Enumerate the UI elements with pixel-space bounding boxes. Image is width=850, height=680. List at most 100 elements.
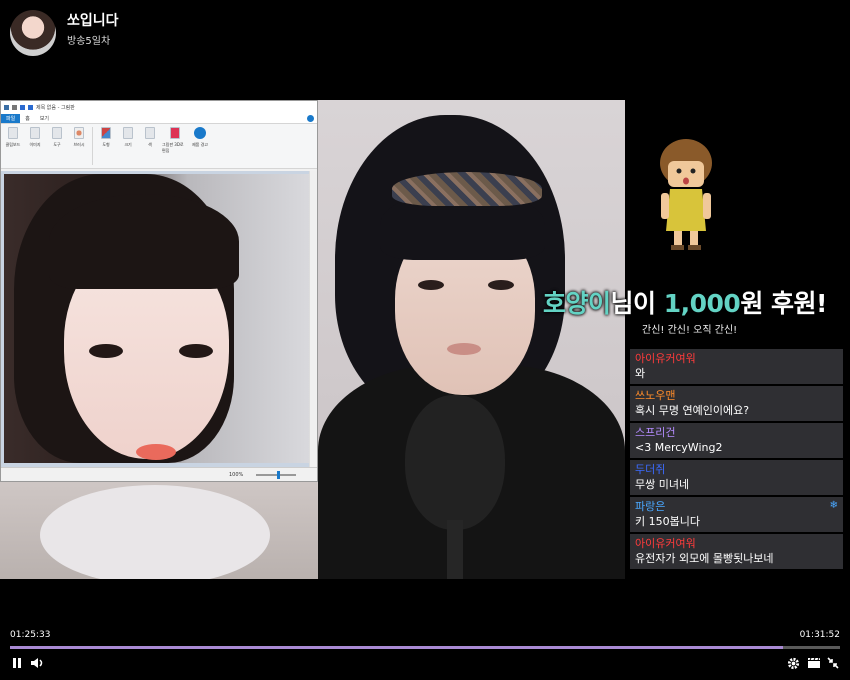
ribbon-shapes[interactable]: 도형 [96,127,116,165]
zoom-slider-track[interactable] [256,474,296,476]
undo-icon[interactable] [20,105,25,110]
chat-username[interactable]: 스프리건 [635,425,838,440]
donation-text: 님이 [610,289,664,318]
paint-app-icon [4,105,9,110]
paint-window: 제목 없음 - 그림판 파일 홈 보기 클립보드 이미지 도구 브러시 도형 크… [0,100,318,482]
chat-username[interactable]: 아이유커여워 [635,536,838,551]
image-icon [30,127,40,139]
tools-icon [52,127,62,139]
progress-fill [10,646,783,649]
stream-subtitle: 방송5일차 [67,36,111,47]
paint-titlebar: 제목 없음 - 그림판 [1,101,317,114]
chat-message: 두더쥐 무쌍 미녀네 [630,460,843,495]
chat-text: 혹시 무명 연예인이에요? [635,404,750,417]
microphone [405,395,505,530]
chat-username[interactable]: 쓰노우맨 [635,388,838,403]
chat-username[interactable]: 아이유커여워 [635,351,838,366]
photo-lips [136,444,176,460]
ribbon-product-alert[interactable]: 제품 경고 [190,127,210,165]
tab-file[interactable]: 파일 [1,114,21,123]
chat-message: 아이유커여워 와 [630,349,843,384]
ribbon-label: 브러시 [73,142,85,147]
chat-message: 스프리건 <3 MercyWing2 [630,423,843,458]
tab-home[interactable]: 홈 [20,114,35,123]
tab-view[interactable]: 보기 [35,114,54,123]
avatar[interactable] [10,10,56,56]
chat-username[interactable]: 두더쥐 [635,462,838,477]
gear-icon [787,657,799,669]
pause-icon [13,658,21,668]
volume-icon [31,658,43,668]
ribbon-label: 그림판 3D로 편집 [162,142,184,153]
vertical-scrollbar[interactable] [309,171,317,468]
photo-bangs [49,194,239,289]
chat-username[interactable]: 파랑은 [635,499,838,514]
paint-ribbon: 클립보드 이미지 도구 브러시 도형 크기 색 그림판 3D로 편집 제품 경고 [1,124,317,169]
chat-text: <3 MercyWing2 [635,441,723,454]
donation-character-icon [660,139,712,250]
size-icon [123,127,133,139]
chat-text: 무쌍 미녀네 [635,478,690,491]
help-icon[interactable] [307,115,314,122]
stream-title: 쏘입니다 [67,13,119,29]
donation-amount: 1,000 [663,289,741,318]
ribbon-image[interactable]: 이미지 [25,127,45,165]
streamer-lips [447,343,481,355]
progress-bar[interactable] [10,646,840,649]
streamer-eye-right [488,280,514,290]
donation-suffix: 원 후원! [740,289,827,318]
chat-message: 파랑은 키 150봅니다 ❄ [630,497,843,532]
chat-text: 유전자가 외모에 몰빵됫나보네 [635,552,774,565]
volume-button[interactable] [29,655,45,671]
brush-icon [74,127,84,139]
streamer-headband [392,172,542,206]
ribbon-divider [92,127,93,165]
paint-statusbar: 100% [1,467,317,481]
chat-message: 쓰노우맨 혹시 무명 연예인이에요? [630,386,843,421]
ribbon-clipboard[interactable]: 클립보드 [3,127,23,165]
donation-alert: 호양이님이 1,000원 후원! [543,284,827,320]
ribbon-label: 색 [148,142,152,147]
settings-button[interactable] [785,655,801,671]
ribbon-label: 도형 [102,142,110,147]
save-icon[interactable] [12,105,17,110]
ribbon-label: 크기 [124,142,132,147]
ribbon-size[interactable]: 크기 [118,127,138,165]
donor-name: 호양이 [543,289,611,318]
shapes-icon [101,127,111,139]
streamer-eye-left [418,280,444,290]
ribbon-label: 도구 [53,142,61,147]
ribbon-label: 제품 경고 [192,142,208,147]
fullscreen-button[interactable] [825,655,841,671]
chat-message: 아이유커여워 유전자가 외모에 몰빵됫나보네 [630,534,843,569]
pause-button[interactable] [9,655,25,671]
ribbon-colors[interactable]: 색 [140,127,160,165]
zoom-slider-thumb[interactable] [277,471,280,479]
chat-text: 와 [635,367,646,380]
donation-message: 간신! 간신! 오직 간신! [642,325,738,336]
chat-text: 키 150봅니다 [635,515,700,528]
photo-eye-right [179,344,213,358]
fullscreen-exit-icon [827,657,839,669]
paint-ribbon-tabs: 파일 홈 보기 [1,114,317,124]
current-time: 01:25:33 [10,630,51,640]
paint-title: 제목 없음 - 그림판 [36,105,75,111]
microphone-stand [447,520,463,579]
color-icon [145,127,155,139]
redo-icon[interactable] [28,105,33,110]
chat-overlay: 아이유커여워 와 쓰노우맨 혹시 무명 연예인이에요? 스프리건 <3 MercyWing… [630,349,843,571]
ribbon-brushes[interactable]: 브러시 [69,127,89,165]
clapperboard-icon [808,657,820,668]
stream-header: 쏘입니다 방송5일차 [0,0,850,62]
ribbon-label: 이미지 [29,142,41,147]
ribbon-paint3d[interactable]: 그림판 3D로 편집 [162,127,188,165]
photo-eye-left [89,344,123,358]
snowflake-badge-icon: ❄ [829,500,838,511]
clip-button[interactable] [806,655,822,671]
paint-canvas[interactable] [1,171,317,468]
ribbon-tools[interactable]: 도구 [47,127,67,165]
round-table [40,485,270,579]
canvas-photo [4,174,310,463]
duration: 01:31:52 [799,630,840,640]
paint3d-icon [170,127,180,139]
